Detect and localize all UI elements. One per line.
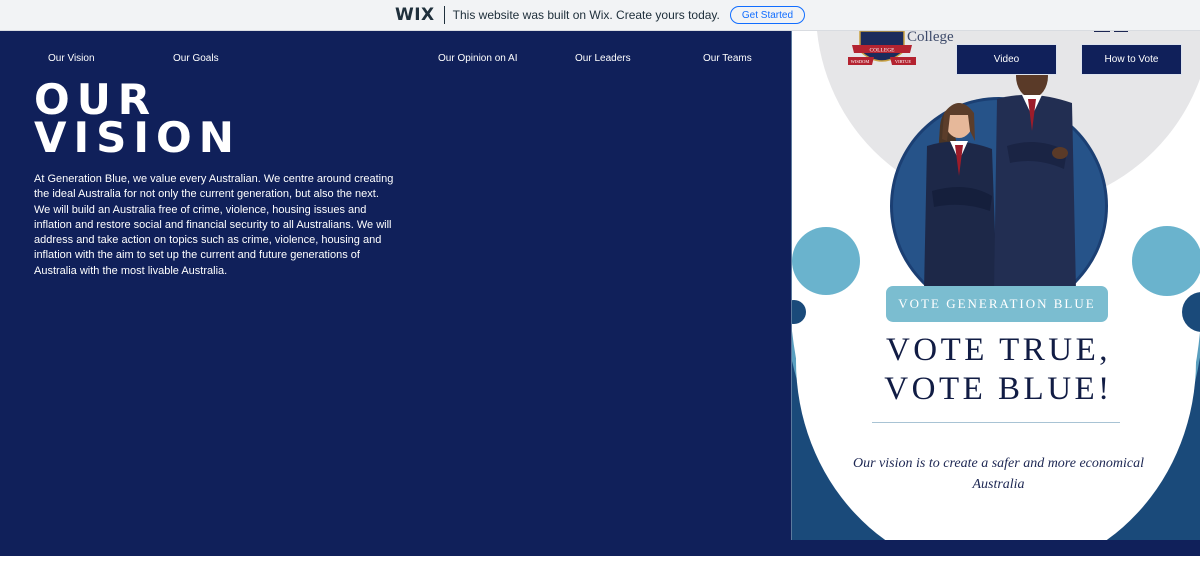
poster-teal-circle-left — [792, 227, 860, 295]
page-title-line2: VISION — [34, 113, 241, 162]
wix-logo[interactable]: WIX — [395, 5, 435, 25]
crest-motto-right: VIRTUE — [895, 59, 911, 64]
vision-paragraph: At Generation Blue, we value every Austr… — [34, 173, 394, 277]
nav-our-vision[interactable]: Our Vision — [48, 53, 95, 64]
poster-college-text: College — [907, 31, 954, 45]
vote-generation-blue-pill: VOTE GENERATION BLUE — [886, 286, 1108, 322]
nav-our-leaders[interactable]: Our Leaders — [575, 53, 631, 64]
wix-banner: WIX This website was built on Wix. Creat… — [0, 0, 1200, 31]
page-bottom-strip — [0, 556, 1200, 574]
nav-our-opinion-on-ai[interactable]: Our Opinion on AI — [438, 53, 518, 64]
nav-video-button[interactable]: Video — [956, 44, 1057, 75]
poster-tagline: Our vision is to create a safer and more… — [853, 456, 1144, 492]
wix-separator — [443, 6, 445, 24]
crest-ribbon-text: COLLEGE — [869, 48, 895, 54]
campaign-poster: COLLEGE WISDOM VIRTUE College Video How … — [791, 31, 1200, 540]
nav-our-goals[interactable]: Our Goals — [173, 53, 219, 64]
poster-headline-line1: VOTE TRUE, — [885, 332, 1112, 368]
poster-divider — [872, 422, 1120, 423]
wix-banner-message: This website was built on Wix. Create yo… — [452, 8, 720, 22]
poster-teal-circle-right — [1132, 226, 1200, 296]
poster-headline: VOTE TRUE, VOTE BLUE! — [792, 331, 1200, 409]
nav-how-to-vote-button[interactable]: How to Vote — [1081, 44, 1182, 75]
page-title: OUR VISION — [34, 79, 241, 159]
nav-our-teams[interactable]: Our Teams — [703, 53, 752, 64]
crest-motto-left: WISDOM — [851, 59, 870, 64]
get-started-button[interactable]: Get Started — [729, 6, 806, 24]
poster-headline-line2: VOTE BLUE! — [884, 371, 1113, 407]
